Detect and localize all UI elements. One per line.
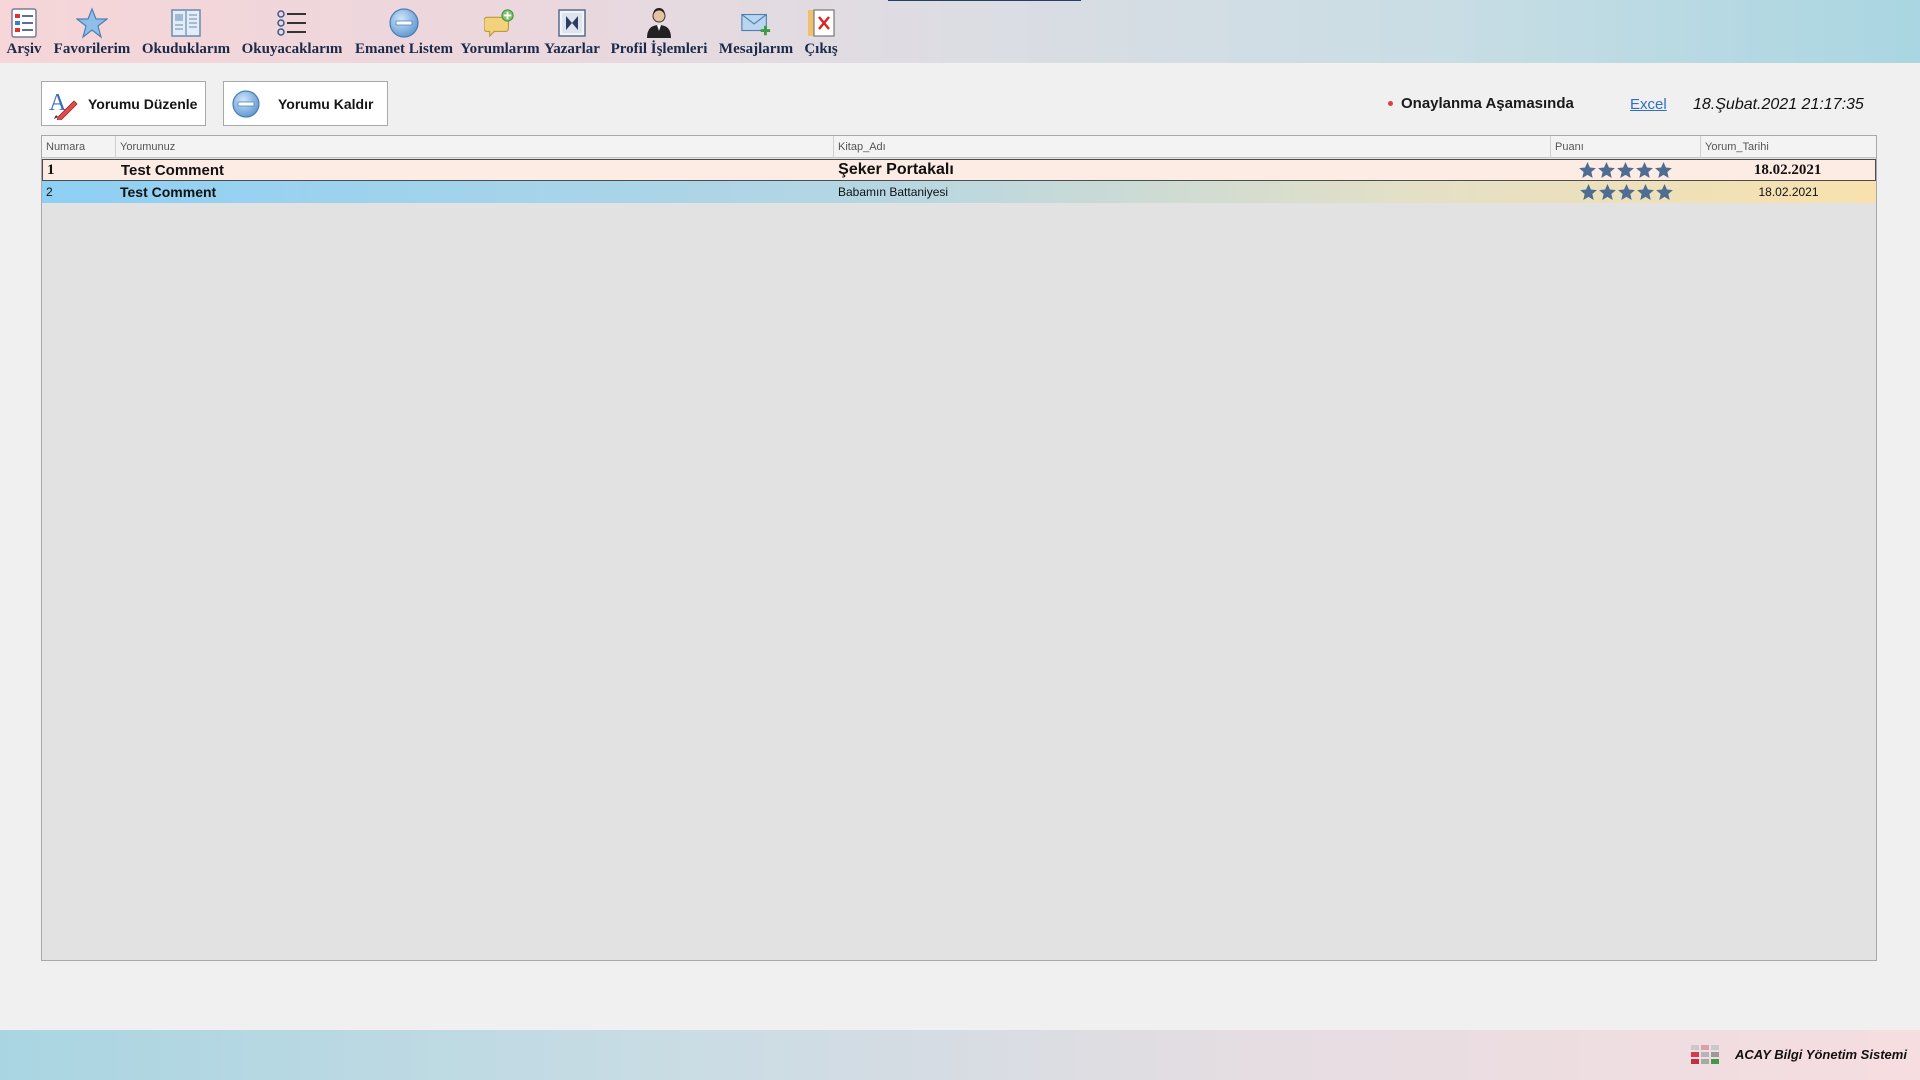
rating-star-icon: [1597, 162, 1615, 178]
checklist-icon: [276, 7, 308, 39]
column-header-puani[interactable]: Puanı: [1551, 136, 1701, 158]
rating-star-icon: [1616, 162, 1634, 178]
remove-comment-label: Yorumu Kaldır: [278, 95, 374, 112]
grid-header: Numara Yorumunuz Kitap_Adı Puanı Yorum_T…: [42, 136, 1876, 158]
rating-star-icon: [1654, 162, 1672, 178]
toolbar-item-profil-islemleri[interactable]: Profil İşlemleri: [604, 0, 714, 63]
toolbar-item-favorilerim[interactable]: Favorilerim: [48, 0, 136, 63]
cell-book-name: Babamın Battaniyesi: [838, 185, 949, 199]
cell-number: 2: [46, 185, 53, 199]
rating-star-icon: [1636, 184, 1654, 200]
cell-comment: Test Comment: [120, 184, 217, 200]
rating-star-icon: [1617, 184, 1635, 200]
toolbar-item-okuyacaklarim[interactable]: Okuyacaklarım: [236, 0, 348, 63]
cell-rating: [1550, 162, 1700, 178]
rating-star-icon: [1578, 162, 1596, 178]
toolbar-item-cikis[interactable]: Çıkış: [798, 0, 844, 63]
minus-circle-icon: [388, 7, 420, 39]
cell-date: 18.02.2021: [1753, 161, 1822, 178]
toolbar-item-arsiv[interactable]: Arşiv: [0, 0, 48, 63]
rating-star-icon: [1655, 184, 1673, 200]
toolbar-item-yazarlar[interactable]: Yazarlar: [540, 0, 604, 63]
edit-comment-button[interactable]: A Yorumu Düzenle: [41, 81, 206, 126]
excel-export-link[interactable]: Excel: [1630, 96, 1667, 113]
rating-star-icon: [1579, 184, 1597, 200]
main-toolbar: Arşiv Favorilerim Okuduklarım Okuyacakla…: [0, 0, 1920, 63]
star-icon: [76, 7, 108, 39]
archive-list-icon: [8, 7, 40, 39]
toolbar-label: Emanet Listem: [355, 41, 453, 57]
app-logo-icon: [1691, 1045, 1720, 1065]
column-header-numara[interactable]: Numara: [42, 136, 116, 158]
remove-comment-button[interactable]: Yorumu Kaldır: [223, 81, 388, 126]
minus-circle-icon: [230, 88, 262, 120]
mail-add-icon: [740, 7, 772, 39]
toolbar-label: Mesajlarım: [718, 41, 794, 57]
rating-star-icon: [1598, 184, 1616, 200]
cell-comment: Test Comment: [120, 161, 224, 179]
toolbar-item-okuduklarim[interactable]: Okuduklarım: [136, 0, 236, 63]
toolbar-label: Çıkış: [804, 41, 838, 57]
status-dot: [1388, 101, 1393, 106]
column-header-kitap-adi[interactable]: Kitap_Adı: [834, 136, 1551, 158]
user-icon: [643, 7, 675, 39]
status-text: Onaylanma Aşamasında: [1401, 95, 1574, 112]
app-name: ACAY Bilgi Yönetim Sistemi: [1735, 1047, 1907, 1062]
toolbar-item-emanet-listem[interactable]: Emanet Listem: [348, 0, 460, 63]
toolbar-item-mesajlarim[interactable]: Mesajlarım: [714, 0, 798, 63]
cell-number: 1: [47, 161, 55, 178]
comment-add-icon: [484, 7, 516, 39]
toolbar-top-line: [888, 0, 1081, 1]
cell-date: 18.02.2021: [1758, 185, 1819, 199]
table-row[interactable]: 2 Test Comment Babamın Battaniyesi 18.02…: [42, 181, 1876, 203]
column-header-yorumunuz[interactable]: Yorumunuz: [116, 136, 834, 158]
book-icon: [170, 7, 202, 39]
cell-rating: [1551, 184, 1701, 200]
column-header-yorum-tarihi[interactable]: Yorum_Tarihi: [1701, 136, 1876, 158]
author-book-icon: [556, 7, 588, 39]
table-row[interactable]: 1 Test Comment Şeker Portakalı 18.02.202…: [42, 159, 1876, 181]
toolbar-label: Arşiv: [6, 41, 42, 57]
edit-comment-label: Yorumu Düzenle: [88, 95, 198, 112]
approval-status: Onaylanma Aşamasında: [1388, 95, 1574, 112]
toolbar-item-yorumlarim[interactable]: Yorumlarım: [460, 0, 540, 63]
status-footer: ACAY Bilgi Yönetim Sistemi: [0, 1030, 1920, 1080]
cell-book-name: Şeker Portakalı: [838, 161, 954, 178]
date-time-display: 18.Şubat.2021 21:17:35: [1693, 96, 1864, 113]
toolbar-label: Yorumlarım: [460, 41, 540, 57]
toolbar-label: Okuyacaklarım: [241, 41, 343, 57]
rating-star-icon: [1635, 162, 1653, 178]
edit-text-icon: A: [48, 88, 80, 120]
toolbar-label: Yazarlar: [544, 41, 600, 57]
toolbar-label: Favorilerim: [53, 41, 131, 57]
exit-icon: [805, 7, 837, 39]
toolbar-label: Okuduklarım: [141, 41, 231, 57]
comments-grid: Numara Yorumunuz Kitap_Adı Puanı Yorum_T…: [41, 135, 1877, 961]
toolbar-label: Profil İşlemleri: [610, 41, 708, 57]
